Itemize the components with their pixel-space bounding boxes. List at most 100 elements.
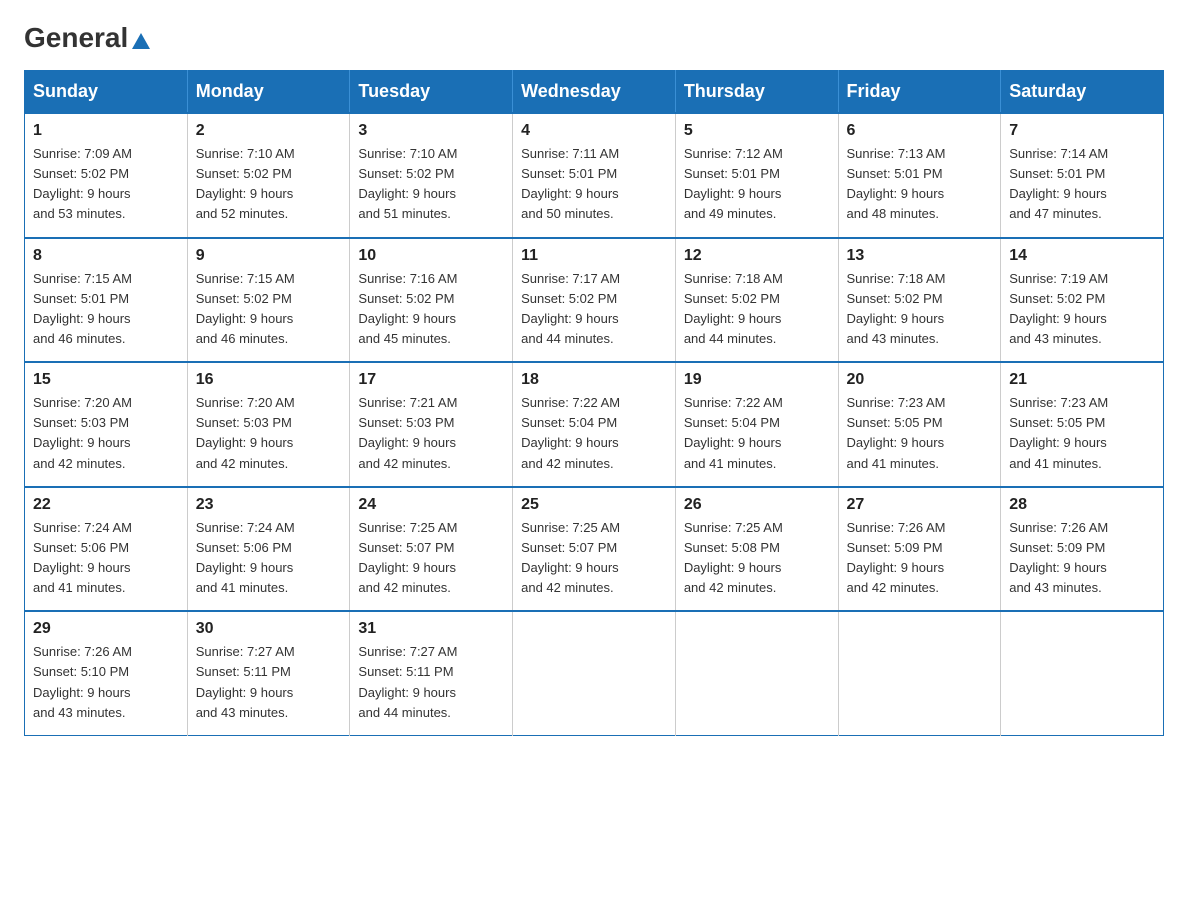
calendar-cell: 6Sunrise: 7:13 AMSunset: 5:01 PMDaylight… [838,113,1001,238]
day-info-line: Sunset: 5:01 PM [521,164,667,184]
day-info-line: Daylight: 9 hours [33,309,179,329]
day-info-line: Daylight: 9 hours [847,184,993,204]
day-info-line: Sunrise: 7:22 AM [521,393,667,413]
day-info: Sunrise: 7:18 AMSunset: 5:02 PMDaylight:… [847,269,993,350]
day-info-line: Sunrise: 7:27 AM [196,642,342,662]
day-info: Sunrise: 7:25 AMSunset: 5:08 PMDaylight:… [684,518,830,599]
logo: General [24,24,152,54]
calendar-cell: 11Sunrise: 7:17 AMSunset: 5:02 PMDayligh… [513,238,676,363]
day-info-line: Sunset: 5:11 PM [196,662,342,682]
calendar-cell: 10Sunrise: 7:16 AMSunset: 5:02 PMDayligh… [350,238,513,363]
day-info-line: and 41 minutes. [1009,454,1155,474]
calendar-header: SundayMondayTuesdayWednesdayThursdayFrid… [25,71,1164,114]
day-info: Sunrise: 7:14 AMSunset: 5:01 PMDaylight:… [1009,144,1155,225]
calendar-cell [838,611,1001,735]
day-number: 19 [684,371,830,389]
day-info: Sunrise: 7:22 AMSunset: 5:04 PMDaylight:… [684,393,830,474]
day-number: 15 [33,371,179,389]
day-number: 26 [684,496,830,514]
calendar-cell: 20Sunrise: 7:23 AMSunset: 5:05 PMDayligh… [838,362,1001,487]
day-info-line: and 43 minutes. [1009,329,1155,349]
day-info-line: and 53 minutes. [33,204,179,224]
day-info-line: Daylight: 9 hours [1009,558,1155,578]
calendar-cell: 23Sunrise: 7:24 AMSunset: 5:06 PMDayligh… [187,487,350,612]
day-info: Sunrise: 7:12 AMSunset: 5:01 PMDaylight:… [684,144,830,225]
day-info-line: Daylight: 9 hours [33,433,179,453]
day-number: 31 [358,620,504,638]
day-info-line: Sunrise: 7:27 AM [358,642,504,662]
day-info-line: Sunrise: 7:21 AM [358,393,504,413]
day-info-line: and 41 minutes. [684,454,830,474]
day-info-line: Sunrise: 7:16 AM [358,269,504,289]
calendar-week-row: 15 Sunrise: 7:20 AMSunset: 5:03 PMDayligh… [25,362,1164,487]
day-info-line: Sunrise: 7:22 AM [684,393,830,413]
calendar-cell: 28Sunrise: 7:26 AMSunset: 5:09 PMDayligh… [1001,487,1164,612]
day-number: 10 [358,247,504,265]
day-info-line: Daylight: 9 hours [358,433,504,453]
day-info-line: and 43 minutes. [847,329,993,349]
calendar-cell: 31 Sunrise: 7:27 AMSunset: 5:11 PMDayligh… [350,611,513,735]
day-info-line: Sunset: 5:04 PM [521,413,667,433]
day-info-line: and 48 minutes. [847,204,993,224]
day-info-line: and 41 minutes. [196,578,342,598]
day-info: Sunrise: 7:09 AMSunset: 5:02 PMDaylight:… [33,144,179,225]
calendar-week-row: 8Sunrise: 7:15 AMSunset: 5:01 PMDaylight… [25,238,1164,363]
day-info-line: Daylight: 9 hours [196,309,342,329]
day-info-line: and 42 minutes. [684,578,830,598]
day-info: Sunrise: 7:25 AMSunset: 5:07 PMDaylight:… [358,518,504,599]
day-number: 27 [847,496,993,514]
day-info-line: Sunrise: 7:25 AM [521,518,667,538]
day-info-line: and 42 minutes. [358,454,504,474]
day-info-line: Daylight: 9 hours [358,558,504,578]
calendar-table: SundayMondayTuesdayWednesdayThursdayFrid… [24,70,1164,736]
day-info-line: and 43 minutes. [1009,578,1155,598]
day-info-line: Daylight: 9 hours [521,433,667,453]
calendar-cell: 22Sunrise: 7:24 AMSunset: 5:06 PMDayligh… [25,487,188,612]
day-number: 1 [33,122,179,140]
day-info: Sunrise: 7:17 AMSunset: 5:02 PMDaylight:… [521,269,667,350]
day-info-line: Sunset: 5:03 PM [196,413,342,433]
day-info-line: Sunrise: 7:18 AM [684,269,830,289]
weekday-header-tuesday: Tuesday [350,71,513,114]
day-info-line: Sunset: 5:10 PM [33,662,179,682]
day-info-line: Sunset: 5:04 PM [684,413,830,433]
day-info-line: and 41 minutes. [33,578,179,598]
calendar-cell [513,611,676,735]
day-info-line: Sunrise: 7:10 AM [196,144,342,164]
day-info-line: Daylight: 9 hours [521,558,667,578]
day-info-line: Sunrise: 7:26 AM [1009,518,1155,538]
day-info-line: Sunset: 5:02 PM [1009,289,1155,309]
day-info-line: Daylight: 9 hours [196,683,342,703]
day-info-line: Sunrise: 7:10 AM [358,144,504,164]
day-info-line: and 52 minutes. [196,204,342,224]
day-info-line: Sunrise: 7:09 AM [33,144,179,164]
weekday-header-row: SundayMondayTuesdayWednesdayThursdayFrid… [25,71,1164,114]
day-info-line: and 42 minutes. [521,578,667,598]
day-number: 6 [847,122,993,140]
logo-text-general: General [24,24,152,52]
day-info-line: Sunrise: 7:17 AM [521,269,667,289]
weekday-header-wednesday: Wednesday [513,71,676,114]
day-info-line: Sunrise: 7:15 AM [33,269,179,289]
day-info-line: Sunset: 5:08 PM [684,538,830,558]
calendar-cell: 26 Sunrise: 7:25 AMSunset: 5:08 PMDayligh… [675,487,838,612]
calendar-cell: 12Sunrise: 7:18 AMSunset: 5:02 PMDayligh… [675,238,838,363]
day-info-line: Sunrise: 7:26 AM [33,642,179,662]
calendar-cell: 5Sunrise: 7:12 AMSunset: 5:01 PMDaylight… [675,113,838,238]
calendar-cell: 16Sunrise: 7:20 AMSunset: 5:03 PMDayligh… [187,362,350,487]
calendar-week-row: 29Sunrise: 7:26 AMSunset: 5:10 PMDayligh… [25,611,1164,735]
day-number: 22 [33,496,179,514]
day-info-line: Sunset: 5:02 PM [847,289,993,309]
day-info-line: Daylight: 9 hours [847,309,993,329]
day-number: 18 [521,371,667,389]
day-info-line: Daylight: 9 hours [358,309,504,329]
day-info-line: Sunset: 5:02 PM [358,164,504,184]
day-info: Sunrise: 7:27 AMSunset: 5:11 PMDaylight:… [358,642,504,723]
day-info-line: Daylight: 9 hours [33,558,179,578]
day-number: 9 [196,247,342,265]
calendar-cell: 24Sunrise: 7:25 AMSunset: 5:07 PMDayligh… [350,487,513,612]
day-info-line: Sunrise: 7:25 AM [684,518,830,538]
calendar-cell: 17Sunrise: 7:21 AMSunset: 5:03 PMDayligh… [350,362,513,487]
day-info: Sunrise: 7:20 AMSunset: 5:03 PMDaylight:… [33,393,179,474]
day-number: 20 [847,371,993,389]
